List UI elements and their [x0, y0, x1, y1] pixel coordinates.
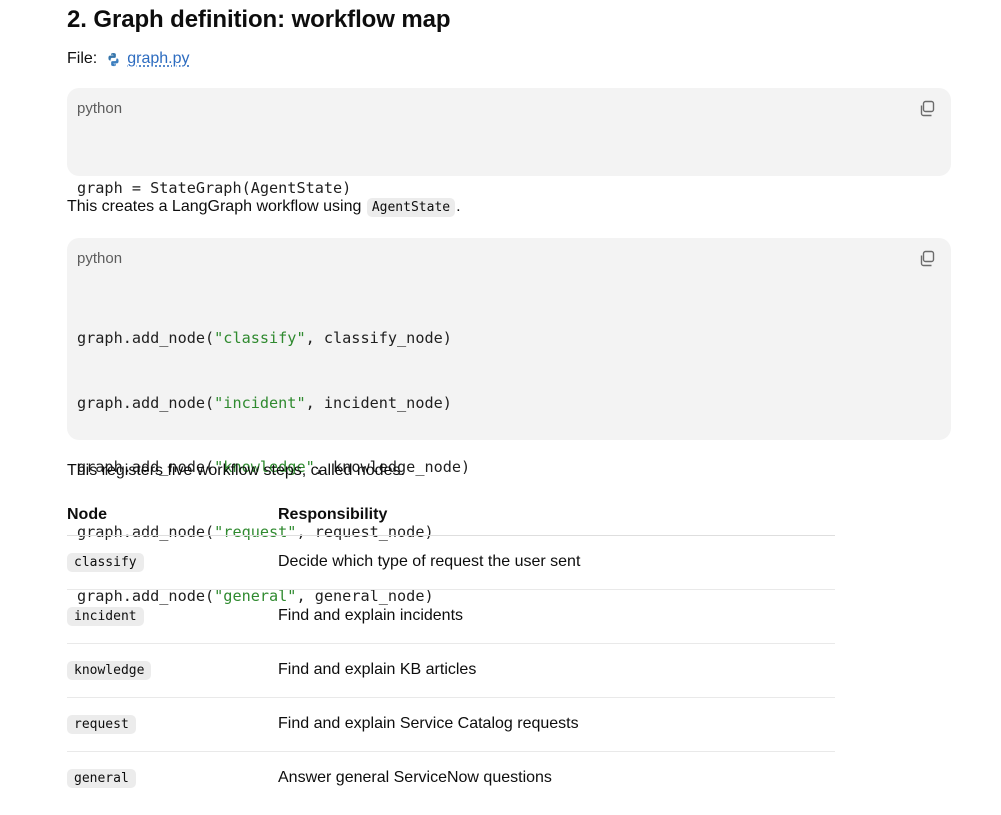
- table-row: classify Decide which type of request th…: [67, 536, 835, 590]
- copy-icon[interactable]: [917, 99, 937, 119]
- table-row: incident Find and explain incidents: [67, 590, 835, 644]
- file-label: File:: [67, 50, 98, 67]
- node-tag: classify: [67, 553, 144, 572]
- table-row: knowledge Find and explain KB articles: [67, 644, 835, 698]
- node-cell: classify: [67, 553, 144, 572]
- paragraph: This creates a LangGraph workflow using …: [67, 195, 461, 220]
- nodes-table: Node Responsibility classify Decide whic…: [67, 496, 835, 805]
- responsibility-cell: Find and explain incidents: [278, 607, 464, 624]
- node-tag: request: [67, 715, 136, 734]
- node-cell: general: [67, 769, 136, 788]
- node-tag: incident: [67, 607, 144, 626]
- code-block: python graph.add_node("classify", classi…: [67, 238, 951, 605]
- inline-code: AgentState: [366, 198, 456, 217]
- table-row: general Answer general ServiceNow questi…: [67, 752, 835, 805]
- node-cell: knowledge: [67, 661, 152, 680]
- paragraph-text: .: [456, 198, 461, 215]
- responsibility-cell: Find and explain Service Catalog request…: [278, 715, 579, 732]
- code-line: graph.add_node("classify", classify_node…: [77, 329, 452, 347]
- code-block: python graph = StateGraph(AgentState): [67, 88, 951, 197]
- file-name: graph.py: [127, 50, 190, 67]
- code-language-label: python: [77, 100, 123, 117]
- file-link[interactable]: graph.py: [106, 50, 190, 68]
- node-cell: request: [67, 715, 136, 734]
- section-heading: 2. Graph definition: workflow map: [67, 6, 451, 33]
- column-header-node: Node: [67, 506, 107, 523]
- table-row: request Find and explain Service Catalog…: [67, 698, 835, 752]
- python-icon: [108, 52, 119, 66]
- copy-icon[interactable]: [917, 249, 937, 269]
- responsibility-cell: Decide which type of request the user se…: [278, 553, 581, 570]
- paragraph-text: This creates a LangGraph workflow using: [67, 198, 362, 215]
- node-tag: knowledge: [67, 661, 152, 680]
- responsibility-cell: Answer general ServiceNow questions: [278, 769, 552, 786]
- code-content: graph = StateGraph(AgentState): [77, 138, 941, 239]
- table-header: Node Responsibility: [67, 496, 835, 536]
- node-cell: incident: [67, 607, 144, 626]
- code-line: graph.add_node("incident", incident_node…: [77, 393, 452, 412]
- paragraph: This registers five workflow steps, call…: [67, 462, 405, 479]
- column-header-responsibility: Responsibility: [278, 506, 388, 523]
- file-reference: File: graph.py: [67, 47, 190, 71]
- responsibility-cell: Find and explain KB articles: [278, 661, 477, 678]
- code-language-label: python: [77, 250, 123, 267]
- node-tag: general: [67, 769, 136, 788]
